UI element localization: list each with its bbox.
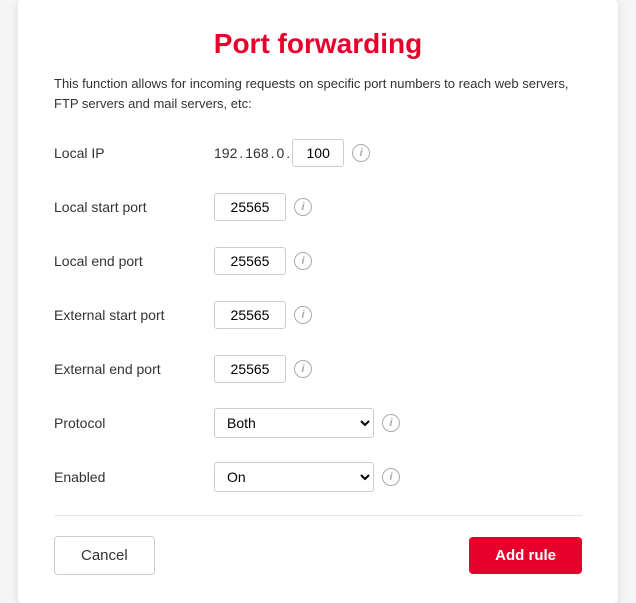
protocol-control: Both TCP UDP i [214,408,400,438]
ip-prefix-1: 192 [214,145,237,161]
port-forwarding-card: Port forwarding This function allows for… [18,0,618,603]
enabled-row: Enabled On Off i [54,459,582,495]
protocol-info-icon[interactable]: i [382,414,400,432]
local-start-port-row: Local start port i [54,189,582,225]
local-start-port-label: Local start port [54,199,214,215]
local-start-port-input[interactable] [214,193,286,221]
ip-last-octet-input[interactable] [292,139,344,167]
footer-row: Cancel Add rule [54,536,582,575]
local-ip-label: Local IP [54,145,214,161]
protocol-select[interactable]: Both TCP UDP [214,408,374,438]
external-end-port-info-icon[interactable]: i [294,360,312,378]
enabled-control: On Off i [214,462,400,492]
ip-group: 192 . 168 . 0 . [214,139,344,167]
external-end-port-control: i [214,355,312,383]
local-end-port-input[interactable] [214,247,286,275]
enabled-info-icon[interactable]: i [382,468,400,486]
page-title: Port forwarding [54,28,582,60]
external-start-port-control: i [214,301,312,329]
footer-divider [54,515,582,516]
local-ip-row: Local IP 192 . 168 . 0 . i [54,135,582,171]
local-start-port-info-icon[interactable]: i [294,198,312,216]
add-rule-button[interactable]: Add rule [469,537,582,574]
local-end-port-control: i [214,247,312,275]
cancel-button[interactable]: Cancel [54,536,155,575]
ip-prefix-2: 168 [245,145,268,161]
local-start-port-control: i [214,193,312,221]
external-start-port-input[interactable] [214,301,286,329]
external-start-port-row: External start port i [54,297,582,333]
local-ip-info-icon[interactable]: i [352,144,370,162]
local-end-port-label: Local end port [54,253,214,269]
local-end-port-row: Local end port i [54,243,582,279]
enabled-select[interactable]: On Off [214,462,374,492]
page-description: This function allows for incoming reques… [54,74,582,113]
enabled-label: Enabled [54,469,214,485]
external-start-port-label: External start port [54,307,214,323]
external-end-port-label: External end port [54,361,214,377]
ip-prefix-3: 0 [277,145,285,161]
local-end-port-info-icon[interactable]: i [294,252,312,270]
external-end-port-row: External end port i [54,351,582,387]
external-start-port-info-icon[interactable]: i [294,306,312,324]
external-end-port-input[interactable] [214,355,286,383]
local-ip-control: 192 . 168 . 0 . i [214,139,370,167]
protocol-label: Protocol [54,415,214,431]
protocol-row: Protocol Both TCP UDP i [54,405,582,441]
